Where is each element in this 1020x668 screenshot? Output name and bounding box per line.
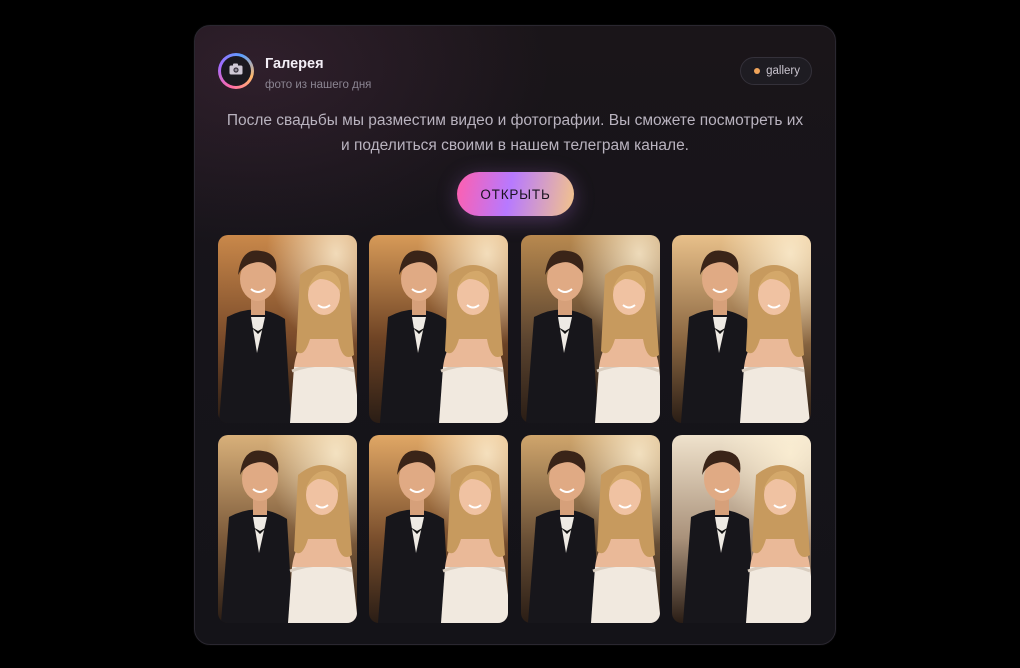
gallery-photo[interactable] (218, 235, 357, 423)
gallery-badge: gallery (740, 57, 812, 85)
card-title: Галерея (265, 56, 324, 72)
gallery-photo[interactable] (672, 435, 811, 623)
card-subtitle: фото из нашего дня (265, 79, 372, 91)
gallery-description: После свадьбы мы разместим видео и фотог… (226, 112, 804, 154)
status-dot-icon (754, 68, 761, 74)
gallery-photo[interactable] (521, 435, 660, 623)
gallery-badge-label: gallery (766, 65, 800, 77)
gallery-photo[interactable] (672, 235, 811, 423)
card-header: Галерея фото из нашего дня gallery (218, 53, 812, 93)
gallery-card: Галерея фото из нашего дня gallery После… (194, 25, 836, 645)
photo-grid (218, 235, 812, 623)
gallery-photo[interactable] (218, 435, 357, 623)
gallery-photo[interactable] (369, 435, 508, 623)
camera-icon (229, 62, 243, 80)
gallery-photo[interactable] (521, 235, 660, 423)
open-button[interactable]: ОТКРЫТЬ (457, 172, 574, 216)
avatar (218, 53, 254, 89)
gallery-photo[interactable] (369, 235, 508, 423)
